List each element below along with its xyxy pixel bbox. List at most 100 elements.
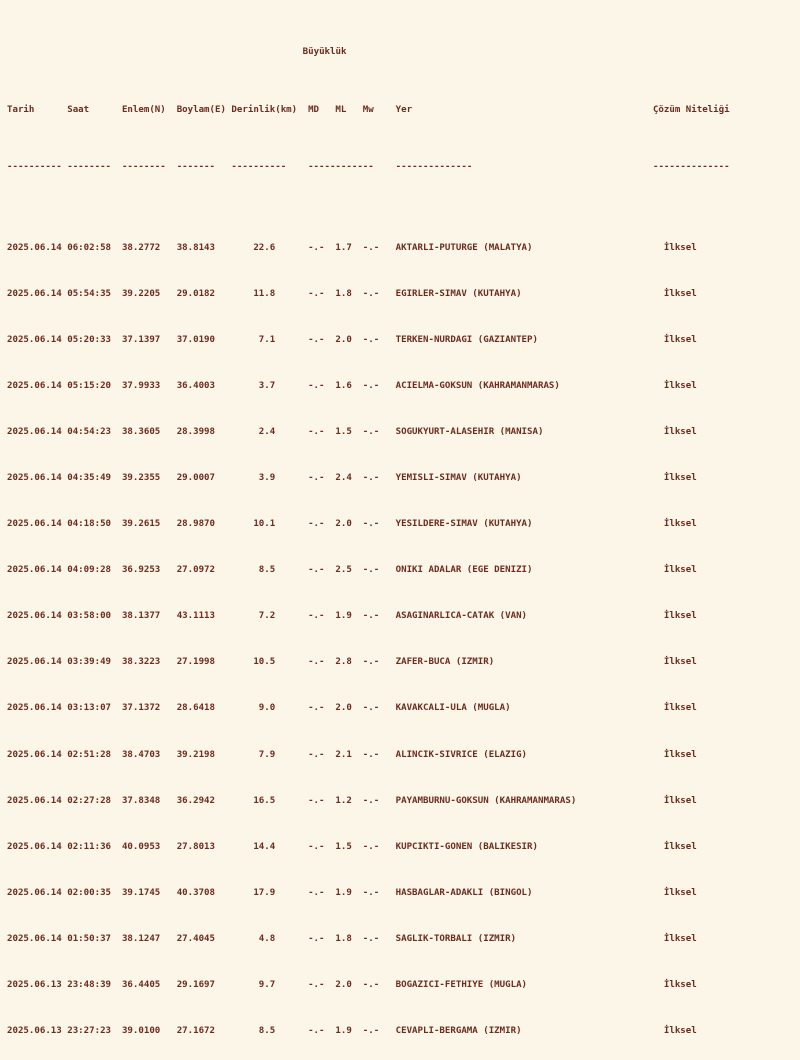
cell-time: 23:48:39 (67, 979, 112, 990)
cell-depth: 7.1 (258, 334, 276, 345)
column-header-depth: Derinlik(km) (231, 104, 298, 115)
cell-ml: 1.5 (335, 841, 352, 852)
cell-gap (275, 243, 308, 255)
cell-mw: -.- (362, 565, 380, 576)
earthquake-row: 2025.06.14 04:09:28 36.9253 27.0972 8.5 … (7, 565, 800, 577)
cell-md: -.- (308, 749, 325, 760)
cell-time: 03:13:07 (67, 703, 112, 714)
cell-time: 05:20:33 (67, 334, 112, 345)
cell-md: -.- (308, 703, 325, 714)
cell-depth: 22.6 (253, 242, 276, 253)
earthquake-row: 2025.06.13 23:48:39 36.4405 29.1697 9.7 … (7, 980, 800, 992)
cell-mw: -.- (362, 703, 380, 714)
cell-quality: İlksel (663, 1025, 697, 1036)
cell-mw: -.- (362, 841, 380, 852)
cell-gap (275, 842, 308, 854)
magnitude-group-row: Büyüklük (7, 47, 800, 59)
cell-md: -.- (308, 611, 325, 622)
cell-latitude: 40.0953 (121, 841, 161, 852)
cell-place: TERKEN-NURDAGI (GAZIANTEP) (395, 334, 538, 345)
cell-latitude: 39.2615 (121, 519, 161, 530)
cell-date: 2025.06.14 (7, 381, 62, 392)
cell-date: 2025.06.14 (7, 933, 62, 944)
cell-time: 05:54:35 (67, 288, 112, 299)
cell-mw: -.- (362, 242, 380, 253)
cell-md: -.- (308, 427, 325, 438)
cell-quality: İlksel (663, 657, 697, 668)
cell-gap (275, 796, 308, 808)
cell-date: 2025.06.14 (7, 565, 62, 576)
separator-row: ---------- -------- -------- ------- ---… (7, 162, 800, 174)
cell-ml: 1.9 (335, 887, 352, 898)
column-header-time: Saat (67, 104, 90, 115)
cell-place: CEVAPLI-BERGAMA (IZMIR) (395, 1025, 522, 1036)
cell-date: 2025.06.14 (7, 519, 62, 530)
cell-date: 2025.06.14 (7, 473, 62, 484)
cell-place: KUPCIKTI-GONEN (BALIKESIR) (395, 841, 538, 852)
cell-depth: 3.7 (258, 381, 276, 392)
magnitude-group-label: Büyüklük (302, 47, 347, 58)
cell-gap (275, 888, 308, 900)
cell-md: -.- (308, 1025, 325, 1036)
earthquake-row: 2025.06.14 02:51:28 38.4703 39.2198 7.9 … (7, 750, 800, 762)
cell-latitude: 37.1372 (121, 703, 161, 714)
earthquake-row: 2025.06.14 01:50:37 38.1247 27.4045 4.8 … (7, 934, 800, 946)
cell-longitude: 27.1998 (176, 657, 216, 668)
cell-mw: -.- (362, 611, 380, 622)
table-body: 2025.06.14 06:02:58 38.2772 38.8143 22.6… (7, 220, 800, 1060)
cell-date: 2025.06.13 (7, 1025, 62, 1036)
cell-depth: 9.0 (258, 703, 276, 714)
earthquake-table: Büyüklük Tarih Saat Enlem(N) Boylam(E) D… (0, 0, 800, 1060)
cell-place: EGIRLER-SIMAV (KUTAHYA) (395, 288, 522, 299)
cell-mw: -.- (362, 795, 380, 806)
cell-gap (275, 473, 308, 485)
cell-depth: 10.1 (253, 519, 276, 530)
cell-time: 03:58:00 (67, 611, 112, 622)
cell-quality: İlksel (663, 841, 697, 852)
cell-md: -.- (308, 933, 325, 944)
cell-longitude: 27.4045 (176, 933, 216, 944)
separator-quality: -------------- (652, 162, 730, 173)
cell-longitude: 27.1672 (176, 1025, 216, 1036)
cell-place: HASBAGLAR-ADAKLI (BINGOL) (395, 887, 533, 898)
cell-quality: İlksel (663, 334, 697, 345)
cell-quality: İlksel (663, 795, 697, 806)
cell-longitude: 43.1113 (176, 611, 216, 622)
cell-gap (275, 657, 308, 669)
cell-ml: 1.9 (335, 611, 352, 622)
cell-time: 02:00:35 (67, 887, 112, 898)
separator-place: -------------- (395, 162, 473, 173)
cell-mw: -.- (362, 381, 380, 392)
cell-gap (275, 1026, 308, 1038)
cell-quality: İlksel (663, 703, 697, 714)
cell-longitude: 29.1697 (176, 979, 216, 990)
cell-mw: -.- (362, 1025, 380, 1036)
separator-lon: ------- (176, 162, 216, 173)
cell-latitude: 38.3223 (121, 657, 161, 668)
cell-latitude: 37.8348 (121, 795, 161, 806)
cell-md: -.- (308, 519, 325, 530)
earthquake-row: 2025.06.14 04:54:23 38.3605 28.3998 2.4 … (7, 427, 800, 439)
cell-latitude: 38.1247 (121, 933, 161, 944)
cell-quality: İlksel (663, 381, 697, 392)
cell-place: SAGLIK-TORBALI (IZMIR) (395, 933, 517, 944)
cell-mw: -.- (362, 887, 380, 898)
cell-date: 2025.06.14 (7, 841, 62, 852)
cell-time: 04:35:49 (67, 473, 112, 484)
cell-md: -.- (308, 657, 325, 668)
cell-latitude: 37.9933 (121, 381, 161, 392)
column-header-place: Yer (395, 104, 413, 115)
cell-quality: İlksel (663, 519, 697, 530)
cell-ml: 1.8 (335, 933, 352, 944)
cell-md: -.- (308, 979, 325, 990)
cell-md: -.- (308, 841, 325, 852)
cell-depth: 8.5 (258, 565, 276, 576)
cell-gap (275, 519, 308, 531)
cell-md: -.- (308, 288, 325, 299)
cell-md: -.- (308, 795, 325, 806)
cell-quality: İlksel (663, 611, 697, 622)
cell-quality: İlksel (663, 473, 697, 484)
cell-date: 2025.06.14 (7, 703, 62, 714)
cell-ml: 2.5 (335, 565, 352, 576)
cell-mw: -.- (362, 749, 380, 760)
